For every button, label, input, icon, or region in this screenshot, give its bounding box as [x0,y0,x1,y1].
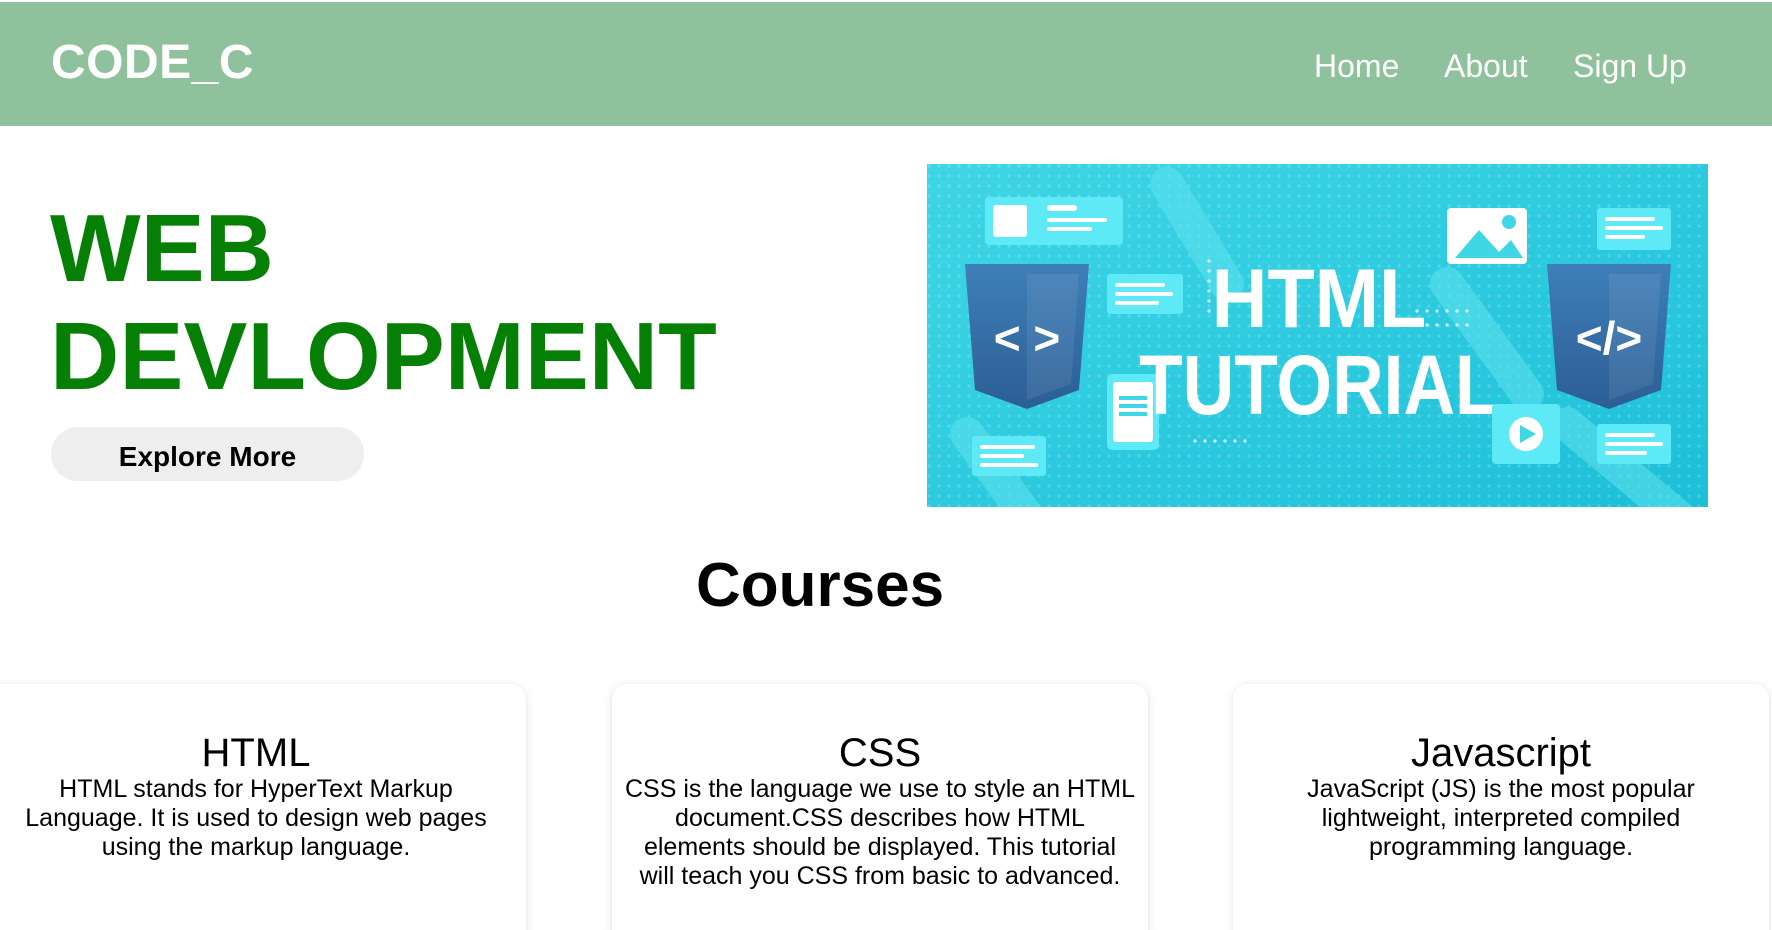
chat-card-icon [985,197,1123,245]
hero-title-line-1: WEB [50,195,274,302]
left-badge-text: < > [994,312,1061,364]
brand-logo[interactable]: CODE_C [51,35,254,90]
image-icon [1447,208,1527,264]
course-card-html[interactable]: HTML HTML stands for HyperText Markup La… [0,684,526,930]
course-card-description: JavaScript (JS) is the most popular ligh… [1307,775,1695,861]
code-lines-small-icon [972,436,1046,476]
course-card-title: CSS [838,731,922,775]
course-card-javascript[interactable]: Javascript JavaScript (JS) is the most p… [1233,684,1769,930]
code-lines-right-top-icon [1597,208,1671,250]
navbar: CODE_C Home About Sign Up [0,2,1772,126]
page: CODE_C Home About Sign Up WEB DEVLOPMENT… [0,0,1772,930]
nav-link-home[interactable]: Home [1314,48,1399,85]
css-shield-icon: </> [1547,264,1671,409]
banner-line-1: HTML [1212,252,1427,346]
course-card-title: HTML [201,731,311,775]
play-video-icon [1492,404,1560,464]
hero-title-line-2: DEVLOPMENT [50,303,717,410]
nav-link-about[interactable]: About [1444,48,1528,85]
course-card-description: HTML stands for HyperText Markup Languag… [25,775,487,861]
hero-title: WEB DEVLOPMENT [50,195,717,411]
course-card-css[interactable]: CSS CSS is the language we use to style … [612,684,1148,930]
nav-link-sign-up[interactable]: Sign Up [1573,48,1687,85]
explore-more-button[interactable]: Explore More [51,427,364,481]
code-lines-icon [1107,274,1183,314]
banner-line-2: TUTORIAL [1139,337,1499,432]
courses-heading: Courses [695,551,945,620]
course-card-title: Javascript [1410,731,1592,775]
course-card-description: CSS is the language we use to style an H… [625,775,1135,890]
code-lines-right-bottom-icon [1597,424,1671,464]
html-tutorial-banner: < > HTML TUTORIAL </> [927,164,1708,507]
html-shield-icon: < > [965,264,1089,409]
right-badge-text: </> [1576,312,1643,364]
